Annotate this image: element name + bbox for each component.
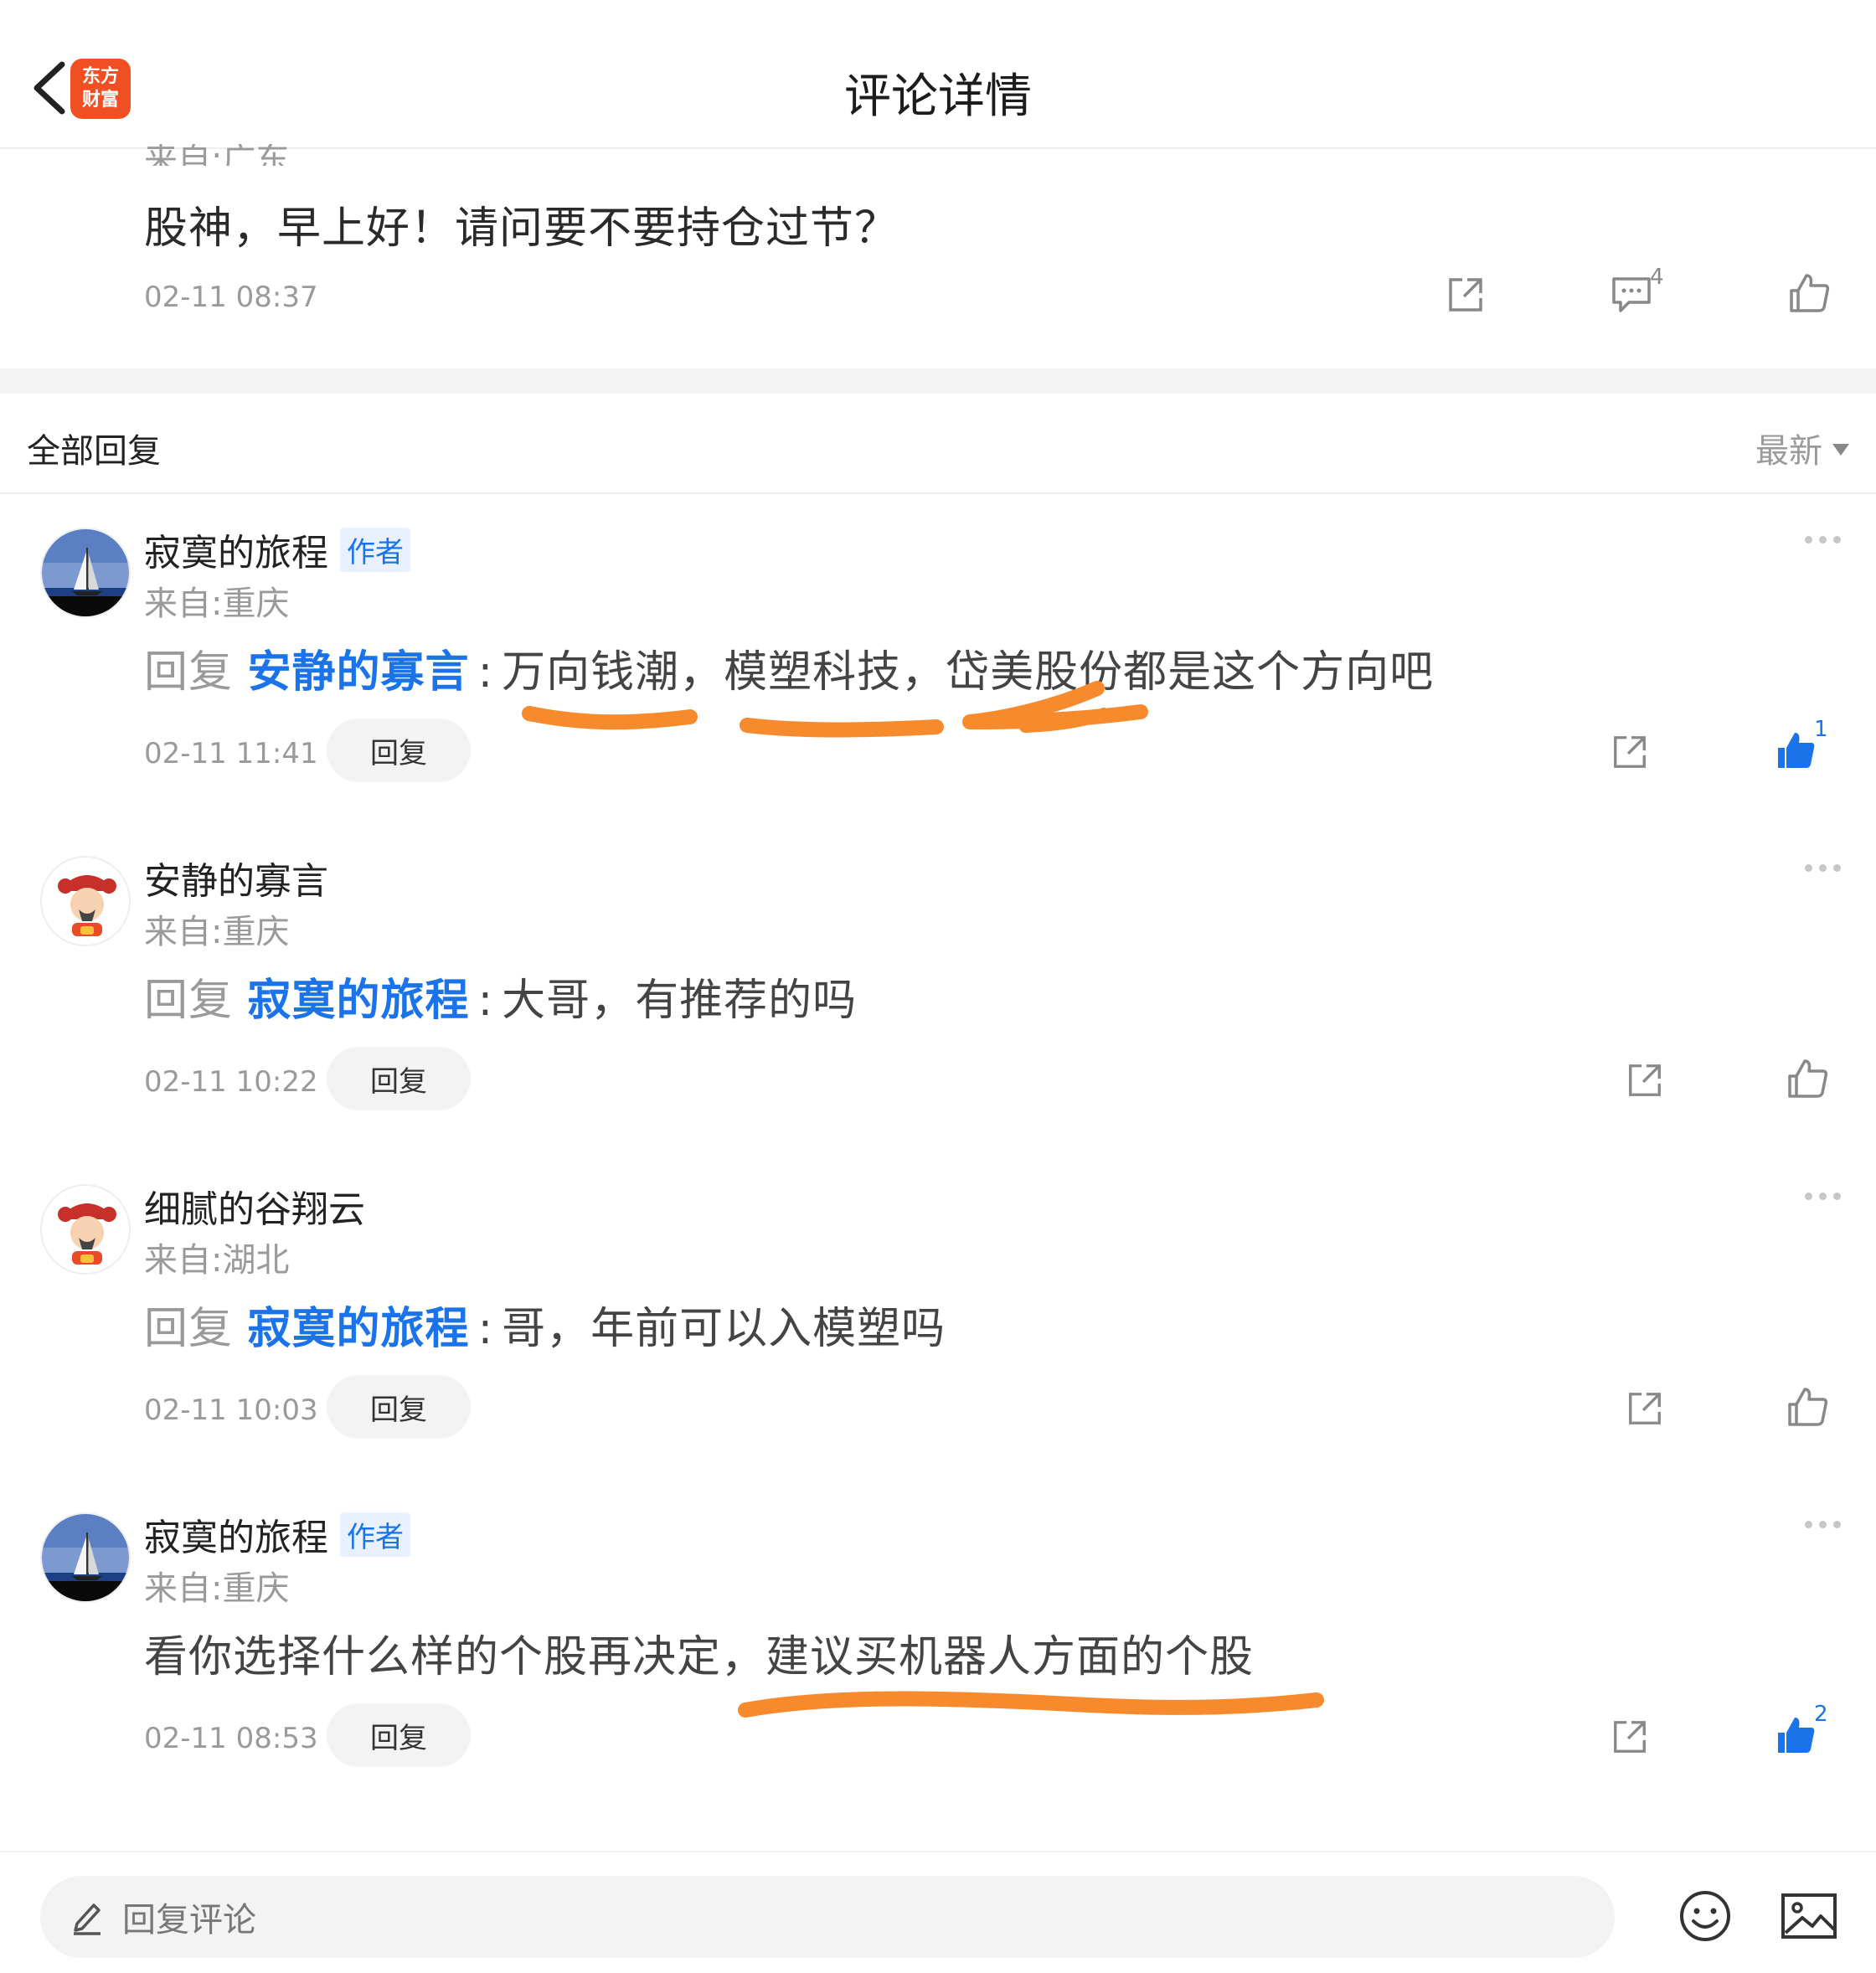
more-options-button[interactable] [1805, 864, 1841, 872]
replies-title: 全部回复 [27, 432, 161, 471]
thumbs-up-icon [1788, 1059, 1828, 1098]
reply-text: 哥，年前可以入模塑吗 [502, 1304, 946, 1354]
sort-dropdown[interactable]: 最新 [1755, 424, 1849, 472]
reply-time: 02-11 08:53 [144, 1722, 318, 1755]
username-text: 寂寞的旅程 [144, 1517, 328, 1559]
cartoon-avatar-image [42, 858, 129, 945]
reply-body: 回复 寂寞的旅程: 哥，年前可以入模塑吗 [144, 1304, 946, 1354]
reply-item: 安静的寡言 来自:重庆 回复 寂寞的旅程: 大哥，有推荐的吗 02-11 10:2… [0, 824, 1876, 1152]
like-count: 2 [1814, 1702, 1828, 1727]
reply-text: 万向钱潮，模塑科技，岱美股份都是这个方向吧 [502, 647, 1435, 698]
share-button[interactable] [1621, 1057, 1668, 1104]
like-button[interactable] [1772, 727, 1819, 774]
comment-icon [1612, 277, 1651, 312]
more-options-button[interactable] [1805, 1193, 1841, 1200]
user-location: 来自:重庆 [144, 585, 290, 623]
reply-item: 寂寞的旅程 作者 来自:重庆 看你选择什么样的个股再决定，建议买机器人方面的个股… [0, 1481, 1876, 1809]
reply-prefix: 回复 [144, 976, 234, 1026]
user-location: 来自:重庆 [144, 913, 290, 951]
share-button[interactable] [1606, 729, 1653, 775]
avatar[interactable] [40, 856, 131, 946]
cartoon-avatar-image [42, 1186, 129, 1273]
thumbs-up-icon [1790, 274, 1830, 312]
share-button[interactable] [1621, 1385, 1668, 1432]
like-button[interactable] [1784, 268, 1834, 318]
username[interactable]: 寂寞的旅程 作者 [144, 523, 410, 576]
reply-body: 回复 寂寞的旅程: 大哥，有推荐的吗 [144, 976, 858, 1026]
image-icon [1781, 1893, 1837, 1939]
avatar[interactable] [40, 1184, 131, 1275]
page-title: 评论详情 [844, 70, 1032, 124]
more-options-button[interactable] [1805, 536, 1841, 543]
share-button[interactable] [1606, 1713, 1653, 1760]
reply-button[interactable]: 回复 [327, 1375, 471, 1439]
sailboat-avatar-image [42, 529, 129, 616]
thumbs-up-filled-icon [1778, 1718, 1815, 1753]
username[interactable]: 细腻的谷翔云 [144, 1179, 365, 1233]
share-icon [1629, 1393, 1661, 1424]
comment-time: 02-11 08:37 [144, 281, 318, 314]
reply-button[interactable]: 回复 [327, 1047, 471, 1110]
share-icon [1629, 1064, 1661, 1096]
author-badge: 作者 [340, 1512, 410, 1557]
reply-prefix: 回复 [144, 647, 234, 698]
like-button[interactable] [1784, 1383, 1831, 1430]
replies-header: 全部回复 最新 [0, 394, 1876, 494]
like-button[interactable] [1772, 1712, 1819, 1759]
share-button[interactable] [1440, 270, 1491, 320]
reply-target-link[interactable]: 安静的寡言 [248, 647, 470, 698]
reply-item: 寂寞的旅程 作者 来自:重庆 回复 安静的寡言: 万向钱潮，模塑科技，岱美股份都是… [0, 496, 1876, 824]
main-comment: 来自:广东 股神，早上好！请问要不要持仓过节？ 02-11 08:37 4 [0, 126, 1876, 368]
reply-input-placeholder: 回复评论 [122, 1901, 256, 1940]
reply-text: 看你选择什么样的个股再决定，建议买机器人方面的个股 [144, 1632, 1255, 1682]
thumbs-up-icon [1788, 1388, 1828, 1426]
reply-time: 02-11 11:41 [144, 737, 318, 770]
reply-target-link[interactable]: 寂寞的旅程 [248, 976, 470, 1026]
reply-target-link[interactable]: 寂寞的旅程 [248, 1304, 470, 1354]
username[interactable]: 寂寞的旅程 作者 [144, 1507, 410, 1561]
bottom-input-bar: 回复评论 [0, 1851, 1876, 1973]
like-count: 1 [1814, 717, 1828, 742]
pencil-icon [74, 1903, 100, 1935]
comment-text: 股神，早上好！请问要不要持仓过节？ [144, 203, 899, 254]
caret-down-icon [1832, 444, 1849, 456]
username-text: 安静的寡言 [144, 860, 328, 903]
reply-button[interactable]: 回复 [327, 719, 471, 782]
image-button[interactable] [1774, 1883, 1844, 1950]
user-location: 来自:重庆 [144, 1569, 290, 1608]
reply-body: 回复 安静的寡言: 万向钱潮，模塑科技，岱美股份都是这个方向吧 [144, 647, 1435, 698]
reply-input[interactable]: 回复评论 [40, 1876, 1615, 1958]
username[interactable]: 安静的寡言 [144, 851, 328, 904]
reply-text: 大哥，有推荐的吗 [502, 976, 858, 1026]
user-location: 来自:湖北 [144, 1241, 290, 1280]
reply-time: 02-11 10:03 [144, 1393, 318, 1427]
share-icon [1614, 736, 1646, 768]
like-button[interactable] [1784, 1055, 1831, 1102]
smiley-icon [1680, 1891, 1730, 1941]
reply-item: 细腻的谷翔云 来自:湖北 回复 寂寞的旅程: 哥，年前可以入模塑吗 02-11 1… [0, 1152, 1876, 1481]
sailboat-avatar-image [42, 1514, 129, 1601]
avatar[interactable] [40, 1512, 131, 1603]
share-icon [1449, 278, 1482, 312]
more-options-button[interactable] [1805, 1521, 1841, 1528]
avatar[interactable] [40, 528, 131, 618]
emoji-button[interactable] [1672, 1883, 1739, 1950]
comment-location: 来自:广东 [144, 141, 290, 179]
sort-label: 最新 [1755, 432, 1822, 471]
comment-count: 4 [1650, 265, 1664, 290]
reply-prefix: 回复 [144, 1304, 234, 1354]
share-icon [1614, 1721, 1646, 1753]
section-divider [0, 368, 1876, 394]
thumbs-up-filled-icon [1778, 733, 1815, 768]
username-text: 细腻的谷翔云 [144, 1188, 365, 1231]
reply-button[interactable]: 回复 [327, 1703, 471, 1767]
reply-body: 看你选择什么样的个股再决定，建议买机器人方面的个股 [144, 1621, 1254, 1684]
author-badge: 作者 [340, 527, 410, 572]
reply-time: 02-11 10:22 [144, 1065, 318, 1099]
username-text: 寂寞的旅程 [144, 532, 328, 574]
